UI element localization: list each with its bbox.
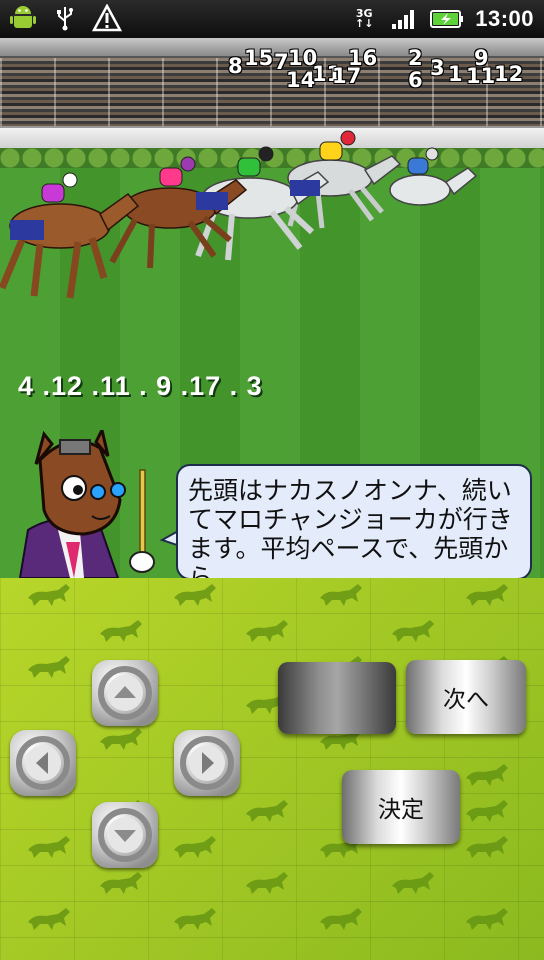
live-standings: 8 15 7 10 14 11 17 16 2 6 3 1 9 11 12 xyxy=(0,44,544,94)
saddle-cloth xyxy=(290,180,320,196)
horse-tile-pattern xyxy=(28,584,508,930)
control-pad: 次へ 決定 xyxy=(0,578,544,960)
signal-icon xyxy=(389,4,419,34)
confirm-button[interactable]: 決定 xyxy=(342,770,460,844)
standing-number: 3 xyxy=(430,56,445,80)
arrow-down-icon xyxy=(98,808,152,862)
usb-icon xyxy=(50,3,80,33)
next-button-label: 次へ xyxy=(443,687,489,713)
standing-number: 2 xyxy=(408,46,423,70)
arrow-right-icon xyxy=(180,736,234,790)
race-scene: 8 15 7 10 14 11 17 16 2 6 3 1 9 11 12 4 … xyxy=(0,38,544,578)
next-button[interactable]: 次へ xyxy=(406,660,526,734)
standing-number: 12 xyxy=(494,62,524,86)
standing-number: 1 xyxy=(448,62,463,86)
arrow-up-icon xyxy=(98,666,152,720)
commentary-bubble: 先頭はナカスノオンナ、続いてマロチャンジョーカが行きます。平均ペースで、先頭から xyxy=(176,464,532,578)
standing-number: 6 xyxy=(408,68,423,92)
clock: 13:00 xyxy=(475,6,534,31)
racing-horses xyxy=(0,130,478,299)
confirm-button-label: 決定 xyxy=(378,797,424,823)
saddle-cloth xyxy=(10,220,44,240)
dpad-right-button[interactable] xyxy=(174,730,240,796)
horse-commentator xyxy=(18,430,155,578)
status-bar: 3G ↑↓ 13:00 xyxy=(0,0,544,38)
running-order: 4 .12 .11 . 9 .17 . 3 xyxy=(18,371,263,401)
horse xyxy=(389,167,478,206)
saddle-cloth xyxy=(196,192,228,210)
commentary-text: 先頭はナカスノオンナ、続いてマロチャンジョーカが行きます。平均ペースで、先頭から xyxy=(188,476,513,578)
android-icon xyxy=(8,3,38,33)
network-3g-icon: 3G ↑↓ xyxy=(355,7,374,30)
battery-charging-icon xyxy=(429,4,465,34)
standing-number: 8 xyxy=(228,54,243,78)
dpad-left-button[interactable] xyxy=(10,730,76,796)
blank-button[interactable] xyxy=(278,662,396,734)
standing-number: 14 xyxy=(286,68,316,92)
arrow-left-icon xyxy=(16,736,70,790)
dpad-up-button[interactable] xyxy=(92,660,158,726)
standing-number: 16 xyxy=(348,46,378,70)
standing-number: 15 xyxy=(244,46,274,70)
warning-icon xyxy=(92,3,122,33)
dpad-down-button[interactable] xyxy=(92,802,158,868)
standing-number: 11 xyxy=(466,64,496,88)
